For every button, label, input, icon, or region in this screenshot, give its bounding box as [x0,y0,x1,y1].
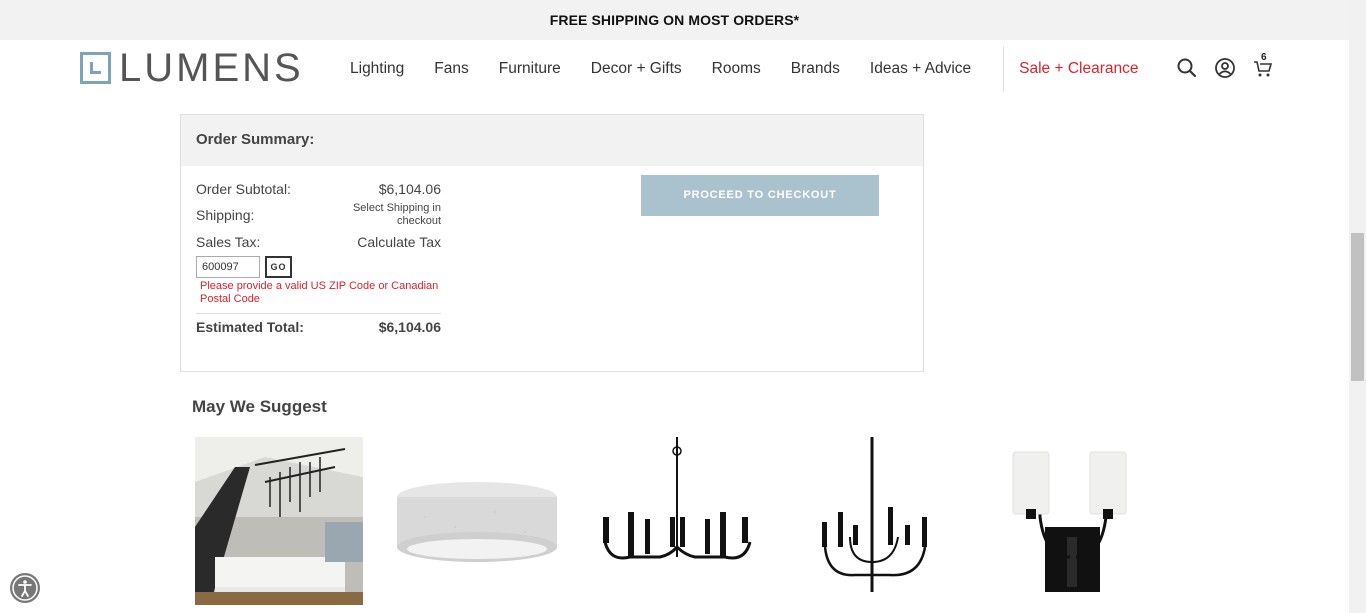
proceed-to-checkout-button[interactable]: PROCEED TO CHECKOUT [641,175,879,216]
search-icon[interactable] [1176,57,1198,79]
cart-icon[interactable]: 6 [1252,52,1274,79]
nav-sale-clearance[interactable]: Sale + Clearance [1019,60,1138,78]
order-summary-panel: Order Summary: Order Subtotal: $6,104.06… [180,114,924,372]
main-nav: Lighting Fans Furniture Decor + Gifts Ro… [350,40,1169,97]
nav-ideas-advice[interactable]: Ideas + Advice [870,60,971,78]
subtotal-label: Order Subtotal: [196,181,291,197]
zip-error-message: Please provide a valid US ZIP Code or Ca… [200,280,439,305]
product-card-drum-flush-mount[interactable] [395,437,563,607]
suggest-title: May We Suggest [192,397,327,416]
lumens-logo[interactable]: LUMENS [80,46,304,90]
product-card-tall-chandelier[interactable] [810,437,960,607]
go-button[interactable]: GO [265,256,292,278]
accessibility-icon[interactable] [10,573,40,603]
total-divider [196,313,441,314]
logo-text: LUMENS [119,46,304,90]
product-card-black-chandelier[interactable] [600,437,760,607]
account-icon[interactable] [1214,57,1236,79]
order-summary-title: Order Summary: [181,115,923,166]
product-card-two-light-sconce[interactable] [1010,437,1140,607]
shipping-label: Shipping: [196,207,255,223]
two-light-sconce-image [1012,451,1127,592]
promo-banner[interactable]: FREE SHIPPING ON MOST ORDERS* [0,0,1349,40]
logo-mark-icon [80,52,111,84]
cart-count-badge: 6 [1261,52,1267,63]
nav-rooms[interactable]: Rooms [712,60,761,78]
nav-decor-gifts[interactable]: Decor + Gifts [591,60,682,78]
calculate-tax-link[interactable]: Calculate Tax [357,234,441,250]
scrollbar-thumb[interactable] [1351,233,1364,381]
product-card-linear-chandelier[interactable] [195,437,363,607]
black-chandelier-image [603,437,752,560]
linear-chandelier-photo [195,437,363,605]
site-header: LUMENS Lighting Fans Furniture Decor + G… [0,40,1349,97]
nav-lighting[interactable]: Lighting [350,60,404,78]
estimated-total-row: Estimated Total: $6,104.06 [196,319,441,335]
nav-furniture[interactable]: Furniture [499,60,561,78]
estimated-total-label: Estimated Total: [196,319,304,335]
drum-flush-mount-image [397,482,557,562]
zip-code-input[interactable] [196,256,260,278]
nav-brands[interactable]: Brands [791,60,840,78]
tall-chandelier-image [822,437,927,592]
shipping-value: Select Shipping in checkout [352,202,441,227]
nav-divider [1003,45,1005,92]
tax-label: Sales Tax: [196,234,261,250]
estimated-total-value: $6,104.06 [378,319,441,335]
page-scrollbar[interactable] [1349,0,1366,613]
header-icons: 6 [1176,52,1274,79]
nav-fans[interactable]: Fans [434,60,468,78]
subtotal-value: $6,104.06 [378,181,441,197]
